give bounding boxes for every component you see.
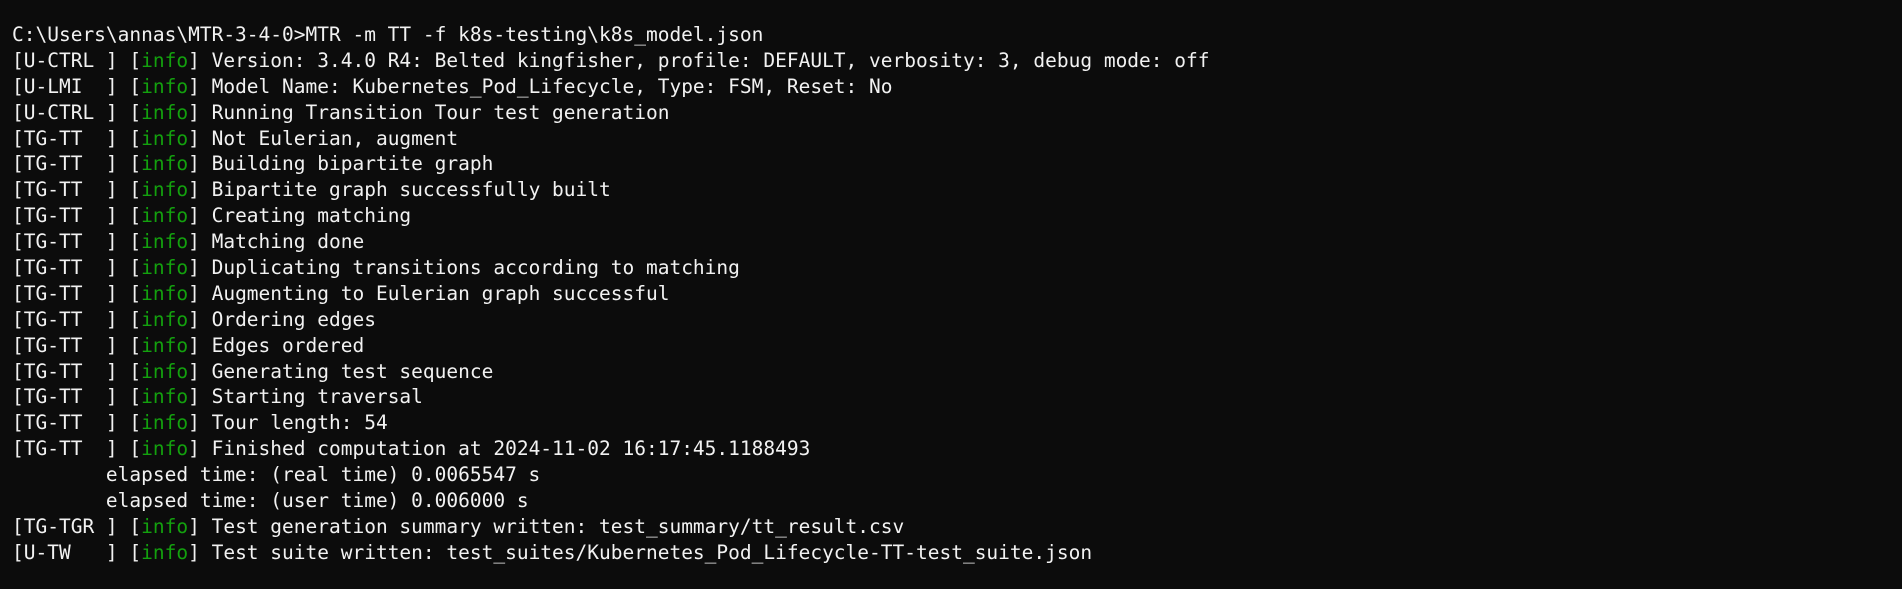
elapsed-user-time: elapsed time: (user time) 0.006000 s	[12, 489, 529, 513]
log-level: info	[141, 74, 189, 98]
log-message: ] Matching done	[188, 230, 365, 254]
log-message: ] Building bipartite graph	[188, 152, 494, 176]
log-level: info	[141, 178, 189, 202]
log-level: info	[141, 48, 189, 72]
log-level: info	[141, 100, 189, 124]
log-tag: [TG-TT ] [	[12, 230, 142, 254]
terminal-window[interactable]: C:\Users\annas\MTR-3-4-0>MTR -m TT -f k8…	[0, 0, 1902, 589]
log-tag: [TG-TT ] [	[12, 307, 142, 331]
log-tag: [U-LMI ] [	[12, 74, 142, 98]
log-tag: [TG-TT ] [	[12, 281, 142, 305]
log-message: ] Tour length: 54	[188, 411, 388, 435]
log-line: [TG-TT ] [info] Generating test sequence	[12, 359, 1902, 385]
log-level: info	[141, 359, 189, 383]
log-level: info	[141, 540, 189, 564]
log-line: [TG-TT ] [info] Bipartite graph successf…	[12, 177, 1902, 203]
log-tag: [TG-TT ] [	[12, 204, 142, 228]
log-line: [TG-TT ] [info] Ordering edges	[12, 307, 1902, 333]
log-message: ] Starting traversal	[188, 385, 423, 409]
log-tag: [TG-TT ] [	[12, 411, 142, 435]
log-level: info	[141, 256, 189, 280]
log-line: [TG-TT ] [info] Finished computation at …	[12, 436, 1902, 462]
command-line: C:\Users\annas\MTR-3-4-0>MTR -m TT -f k8…	[12, 22, 1902, 48]
log-tag: [TG-TT ] [	[12, 359, 142, 383]
log-tag: [TG-TT ] [	[12, 385, 142, 409]
log-tag: [TG-TGR ] [	[12, 514, 142, 538]
command: MTR -m TT -f k8s-testing\k8s_model.json	[305, 23, 764, 46]
log-line: [U-CTRL ] [info] Running Transition Tour…	[12, 100, 1902, 126]
log-line: [TG-TT ] [info] Edges ordered	[12, 333, 1902, 359]
log-line: [TG-TT ] [info] Starting traversal	[12, 384, 1902, 410]
log-line: [TG-TT ] [info] Augmenting to Eulerian g…	[12, 281, 1902, 307]
log-message: ] Model Name: Kubernetes_Pod_Lifecycle, …	[188, 74, 893, 98]
log-message: ] Version: 3.4.0 R4: Belted kingfisher, …	[188, 48, 1210, 72]
log-tag: [TG-TT ] [	[12, 126, 142, 150]
log-line: [TG-TT ] [info] Duplicating transitions …	[12, 255, 1902, 281]
log-level: info	[141, 437, 189, 461]
log-line: [U-TW ] [info] Test suite written: test_…	[12, 540, 1902, 566]
log-level: info	[141, 281, 189, 305]
log-message: ] Not Eulerian, augment	[188, 126, 459, 150]
log-message: ] Finished computation at 2024-11-02 16:…	[188, 437, 811, 461]
log-line: [TG-TT ] [info] Matching done	[12, 229, 1902, 255]
log-message: ] Generating test sequence	[188, 359, 494, 383]
log-level: info	[141, 230, 189, 254]
log-level: info	[141, 411, 189, 435]
log-tag: [TG-TT ] [	[12, 333, 142, 357]
log-level: info	[141, 307, 189, 331]
log-level: info	[141, 333, 189, 357]
log-level: info	[141, 204, 189, 228]
log-level: info	[141, 514, 189, 538]
log-tag: [TG-TT ] [	[12, 178, 142, 202]
log-line: [TG-TT ] [info] Creating matching	[12, 203, 1902, 229]
log-level: info	[141, 385, 189, 409]
log-level: info	[141, 152, 189, 176]
log-line: [U-CTRL ] [info] Version: 3.4.0 R4: Belt…	[12, 48, 1902, 74]
log-message: ] Test suite written: test_suites/Kubern…	[188, 540, 1093, 564]
log-tag: [U-CTRL ] [	[12, 48, 142, 72]
prompt: C:\Users\annas\MTR-3-4-0>	[12, 23, 306, 46]
log-tag: [TG-TT ] [	[12, 437, 142, 461]
log-message: ] Running Transition Tour test generatio…	[188, 100, 670, 124]
log-message: ] Edges ordered	[188, 333, 365, 357]
log-tag: [U-CTRL ] [	[12, 100, 142, 124]
log-tag: [TG-TT ] [	[12, 256, 142, 280]
log-message: ] Test generation summary written: test_…	[188, 514, 905, 538]
log-line: [U-LMI ] [info] Model Name: Kubernetes_P…	[12, 74, 1902, 100]
log-level: info	[141, 126, 189, 150]
log-message: ] Creating matching	[188, 204, 412, 228]
log-line: [TG-TT ] [info] Tour length: 54	[12, 410, 1902, 436]
log-tag: [U-TW ] [	[12, 540, 142, 564]
log-message: ] Ordering edges	[188, 307, 376, 331]
log-line: [TG-TGR ] [info] Test generation summary…	[12, 514, 1902, 540]
log-tag: [TG-TT ] [	[12, 152, 142, 176]
log-line: [TG-TT ] [info] Building bipartite graph	[12, 151, 1902, 177]
log-message: ] Augmenting to Eulerian graph successfu…	[188, 281, 670, 305]
log-message: ] Bipartite graph successfully built	[188, 178, 611, 202]
log-line: [TG-TT ] [info] Not Eulerian, augment	[12, 126, 1902, 152]
elapsed-real-time: elapsed time: (real time) 0.0065547 s	[12, 463, 541, 487]
log-message: ] Duplicating transitions according to m…	[188, 256, 740, 280]
